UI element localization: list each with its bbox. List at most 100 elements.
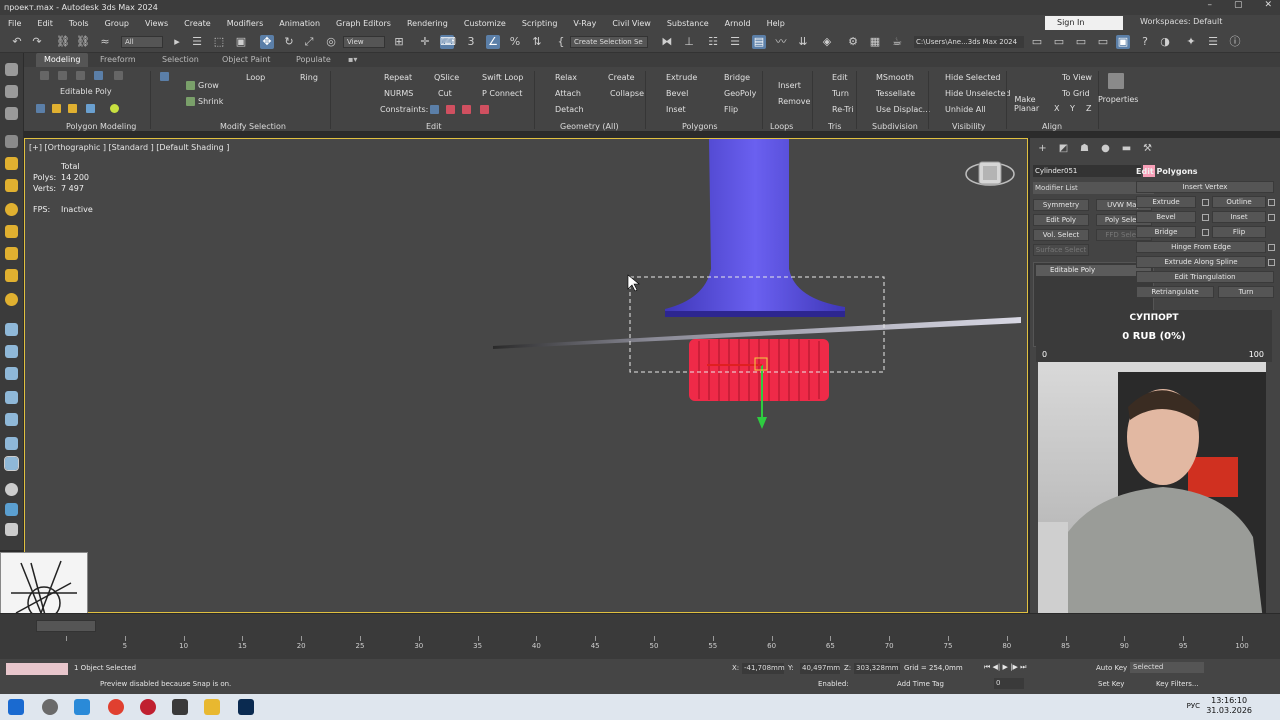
menu-scripting[interactable]: Scripting — [514, 19, 566, 28]
edit-poly-button[interactable]: Edit Poly — [1033, 214, 1089, 226]
viewport-orthographic[interactable]: [+] [Orthographic ] [Standard ] [Default… — [24, 138, 1028, 613]
unhide-all-button[interactable]: Unhide All — [945, 105, 986, 114]
active-mode-icon[interactable]: ▣ — [1116, 35, 1130, 49]
blue-cylinder-object[interactable] — [665, 139, 845, 317]
geopoly-button[interactable]: GeoPoly — [724, 89, 756, 98]
snaps-toggle-icon[interactable]: 3 — [464, 35, 478, 49]
project-path-field[interactable]: C:\Users\Ane...3ds Max 2024 — [914, 36, 1024, 48]
spinner-snap-icon[interactable]: ⇅ — [530, 35, 544, 49]
group-edit[interactable]: Edit — [426, 122, 442, 131]
bevel-button[interactable]: Bevel — [1136, 211, 1196, 223]
auto-key-button[interactable]: Auto Key — [1096, 664, 1127, 672]
torus-icon[interactable] — [5, 413, 18, 426]
group-modify-selection[interactable]: Modify Selection — [220, 122, 286, 131]
sphere-icon[interactable] — [5, 345, 18, 358]
edit-named-selection-icon[interactable]: { — [554, 35, 568, 49]
create-button[interactable]: Create — [608, 73, 635, 82]
help-icon[interactable]: ? — [1138, 35, 1152, 49]
to-grid-button[interactable]: To Grid — [1062, 89, 1090, 98]
swift-loop-button[interactable]: Swift Loop — [482, 73, 523, 82]
file-explorer-icon[interactable] — [204, 699, 220, 715]
box-icon[interactable] — [5, 323, 18, 336]
lights-icon[interactable] — [5, 203, 18, 216]
info-icon[interactable]: ⓘ — [1228, 35, 1242, 49]
menu-customize[interactable]: Customize — [456, 19, 514, 28]
poly-tool-3-icon[interactable] — [68, 104, 77, 113]
menu-edit[interactable]: Edit — [29, 19, 61, 28]
cameras-icon[interactable] — [5, 225, 18, 238]
properties-icon[interactable] — [1108, 73, 1124, 89]
angle-snap-icon[interactable]: ∠ — [486, 35, 500, 49]
bridge-settings-icon[interactable] — [1202, 229, 1209, 236]
extrude-spline-settings-icon[interactable] — [1268, 259, 1275, 266]
manipulate-icon[interactable]: ✛ — [418, 35, 432, 49]
schematic-view-icon[interactable]: ⇊ — [796, 35, 810, 49]
hierarchy-tab-icon[interactable]: ☗ — [1078, 142, 1091, 155]
key-filters-button[interactable]: Key Filters... — [1156, 680, 1199, 688]
display-tab-icon[interactable]: ▬ — [1120, 142, 1133, 155]
element-mode-icon[interactable] — [114, 71, 123, 80]
curve-editor-icon[interactable]: 〰 — [774, 35, 788, 49]
menu-animation[interactable]: Animation — [271, 19, 328, 28]
to-view-button[interactable]: To View — [1062, 73, 1092, 82]
align-icon[interactable]: ⊥ — [682, 35, 696, 49]
select-by-name-icon[interactable]: ☰ — [190, 35, 204, 49]
playback-controls[interactable]: ⏮ ◀| ▶ |▶ ⏭ — [984, 663, 1026, 672]
mirror-icon[interactable]: ⧓ — [660, 35, 674, 49]
menu-civil-view[interactable]: Civil View — [604, 19, 659, 28]
p-connect-button[interactable]: P Connect — [482, 89, 522, 98]
menu-help[interactable]: Help — [759, 19, 793, 28]
motion-tab-icon[interactable]: ● — [1099, 142, 1112, 155]
current-frame-field[interactable]: 0 — [994, 678, 1024, 689]
time-slider[interactable] — [36, 620, 96, 632]
align-x-button[interactable]: X — [1054, 104, 1059, 113]
substance-icon[interactable]: ◑ — [1158, 35, 1172, 49]
pivot-center-icon[interactable]: ⊞ — [392, 35, 406, 49]
modify-tab-icon[interactable]: ◩ — [1057, 142, 1070, 155]
menu-tools[interactable]: Tools — [61, 19, 97, 28]
render-icon[interactable]: ☕ — [890, 35, 904, 49]
bevel-ribbon-button[interactable]: Bevel — [666, 89, 688, 98]
place-icon[interactable]: ◎ — [324, 35, 338, 49]
set-key-button[interactable]: Set Key — [1098, 680, 1124, 688]
tessellate-button[interactable]: Tessellate — [876, 89, 915, 98]
track-bar[interactable]: 5 10 15 20 25 30 35 40 45 50 55 60 65 70 75 80 85 90 95 100 — [66, 636, 1266, 658]
shrink-icon[interactable] — [186, 97, 195, 106]
scene-canvas[interactable] — [25, 139, 1027, 612]
redo-icon[interactable]: ↷ — [30, 35, 44, 49]
undo-icon[interactable]: ↶ — [10, 35, 24, 49]
maximize-icon[interactable]: ▢ — [1234, 0, 1243, 10]
x-coordinate-field[interactable]: -41,708mm — [742, 663, 785, 674]
display-icon[interactable] — [5, 523, 18, 536]
cylinder-icon[interactable] — [5, 367, 18, 380]
sign-in-button[interactable]: Sign In — [1045, 16, 1123, 30]
key-mode-dropdown[interactable]: Selected — [1130, 662, 1204, 673]
group-polygons[interactable]: Polygons — [682, 122, 718, 131]
create-tab-icon[interactable]: + — [1036, 142, 1049, 155]
edit-tris-button[interactable]: Edit — [832, 73, 848, 82]
link-icon[interactable]: ⛓ — [56, 35, 70, 49]
flip-button[interactable]: Flip — [1212, 226, 1266, 238]
input-language[interactable]: РУС — [1187, 702, 1200, 710]
modify-panel-icon[interactable] — [5, 85, 18, 98]
monitor-icon[interactable] — [172, 699, 188, 715]
align-y-button[interactable]: Y — [1070, 104, 1075, 113]
reference-coordinate-dropdown[interactable]: View — [343, 36, 385, 48]
attach-button[interactable]: Attach — [555, 89, 581, 98]
use-displacement-button[interactable]: Use Displac... — [876, 105, 930, 114]
menu-views[interactable]: Views — [137, 19, 176, 28]
start-icon[interactable] — [8, 699, 24, 715]
bridge-ribbon-button[interactable]: Bridge — [724, 73, 750, 82]
3dsmax-taskbar-icon[interactable] — [74, 699, 90, 715]
ribbon-options-icon[interactable]: ▪▾ — [348, 55, 357, 64]
percent-snap-icon[interactable]: % — [508, 35, 522, 49]
cone-icon[interactable] — [5, 391, 18, 404]
chrome-icon[interactable] — [108, 699, 124, 715]
flip-ribbon-button[interactable]: Flip — [724, 105, 738, 114]
relax-button[interactable]: Relax — [555, 73, 577, 82]
named-selection-dropdown[interactable]: Create Selection Se — [570, 36, 648, 48]
group-align[interactable]: Align — [1042, 122, 1062, 131]
search-icon[interactable] — [42, 699, 58, 715]
tab-modeling[interactable]: Modeling — [36, 53, 89, 67]
align-z-button[interactable]: Z — [1086, 104, 1091, 113]
